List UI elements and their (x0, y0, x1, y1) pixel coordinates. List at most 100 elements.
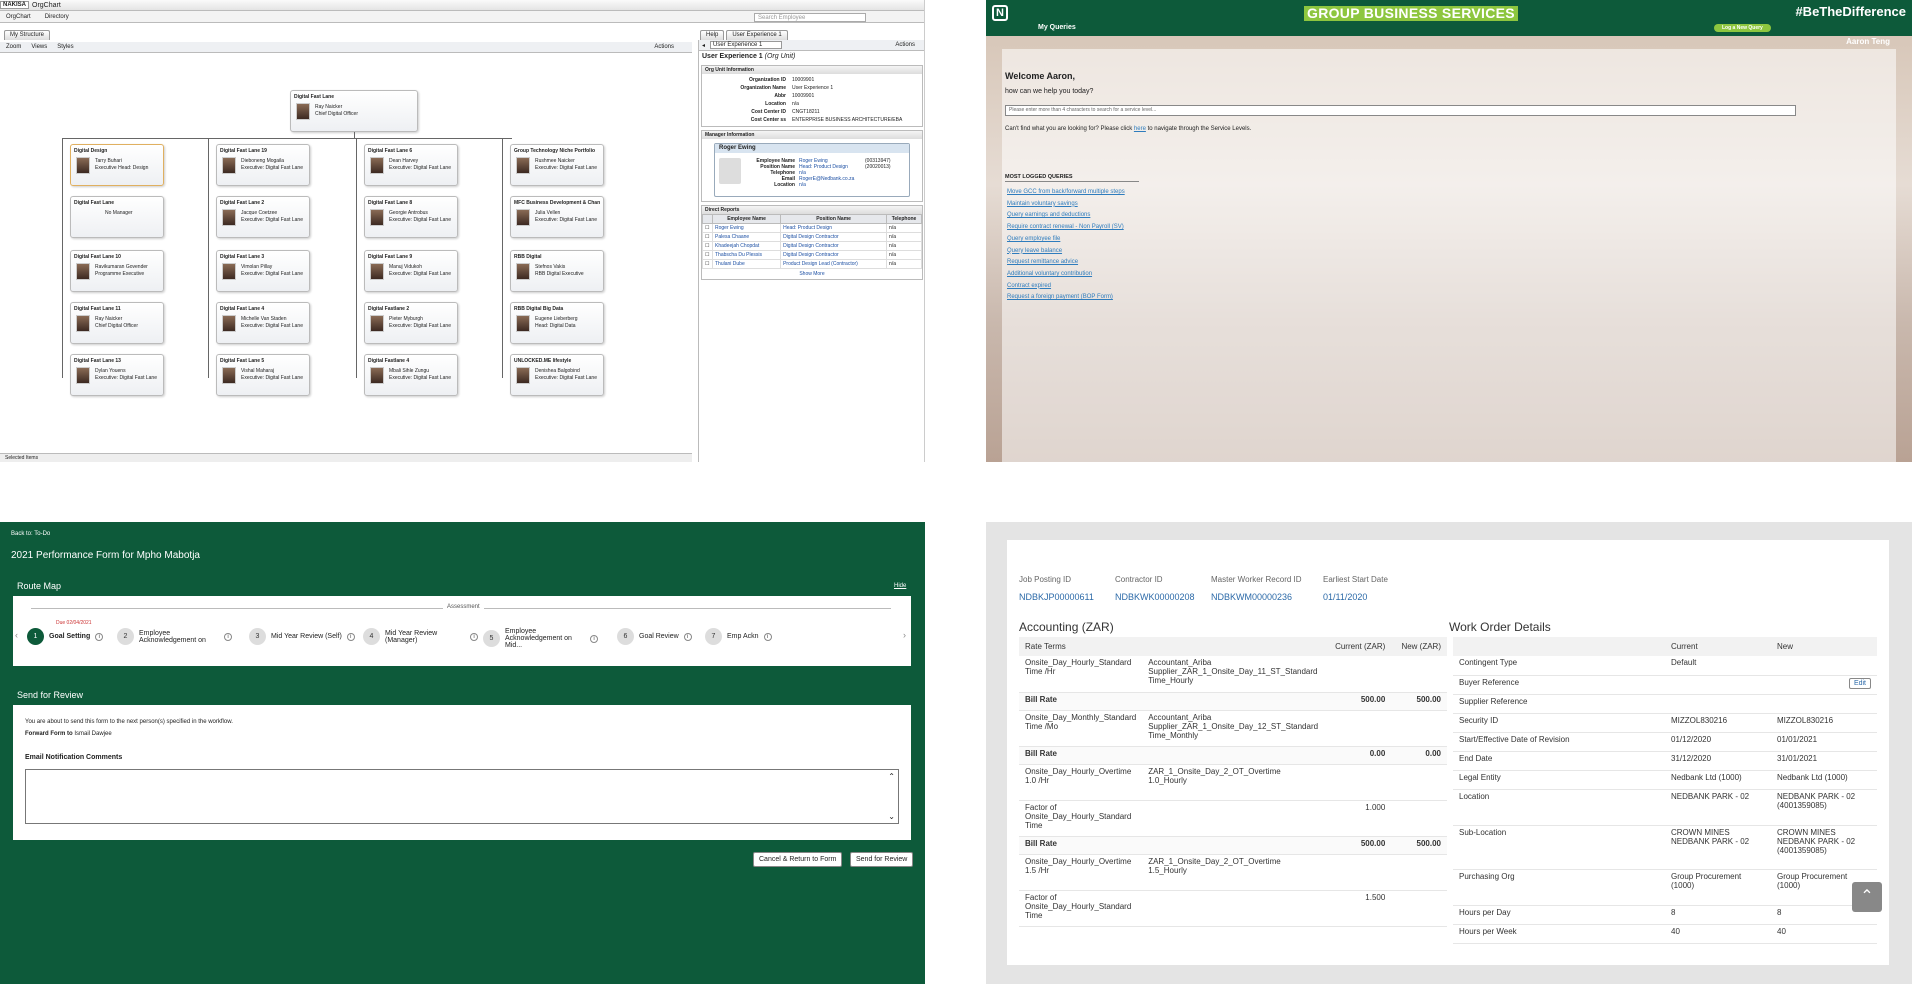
route-step[interactable]: 4 Mid Year Review (Manager) i (363, 628, 478, 645)
query-link[interactable]: Additional voluntary contribution (1007, 269, 1125, 281)
menu-directory[interactable]: Directory (45, 14, 69, 20)
org-node[interactable]: MFC Business Development & Channel... Jul… (510, 196, 604, 238)
col-position-name[interactable]: Position Name (780, 214, 888, 224)
styles-button[interactable]: Styles (57, 44, 73, 50)
select-all-checkbox[interactable] (702, 214, 713, 224)
service-search-input[interactable]: Please enter more than 4 characters to s… (1005, 105, 1796, 116)
row-checkbox[interactable]: ☐ (702, 250, 713, 260)
actions-button[interactable]: Actions (654, 44, 674, 50)
forward-to[interactable]: Ismail Dawjee (74, 731, 111, 737)
tab-my-structure[interactable]: My Structure (4, 30, 51, 40)
employee-name-link[interactable]: Khadeejah Chopdat (711, 241, 782, 251)
row-checkbox[interactable]: ☐ (702, 241, 713, 251)
scroll-left-icon[interactable]: ‹ (15, 630, 18, 640)
send-review-button[interactable]: Send for Review (850, 852, 914, 867)
query-link[interactable]: Move GCC from back/forward multiple step… (1007, 187, 1125, 199)
route-step[interactable]: 6 Goal Review i (617, 628, 692, 645)
route-step[interactable]: 3 Mid Year Review (Self) i (249, 628, 355, 645)
query-link[interactable]: Query leave balance (1007, 246, 1125, 258)
query-link[interactable]: Require contract renewal - Non Payroll (… (1007, 222, 1125, 234)
position-link[interactable]: Digital Design Contractor (780, 241, 888, 251)
edit-button[interactable]: Edit (1848, 677, 1871, 689)
info-icon[interactable]: i (95, 632, 104, 641)
scroll-top-icon[interactable]: ⌃ (1852, 882, 1882, 912)
org-node[interactable]: Digital Design Tarry Buhari Executive Head… (70, 144, 164, 186)
col-telephone[interactable]: Telephone (886, 214, 922, 224)
hide-link[interactable]: Hide (894, 583, 906, 589)
zoom-button[interactable]: Zoom (6, 44, 21, 50)
col-employee-name[interactable]: Employee Name (711, 214, 782, 224)
here-link[interactable]: here (1134, 126, 1146, 132)
info-icon[interactable]: i (224, 632, 232, 641)
org-node[interactable]: Group Technology Niche Portfolio Rushmee … (510, 144, 604, 186)
my-queries-link[interactable]: My Queries (1038, 24, 1076, 31)
org-node[interactable]: Digital Fast Lane No Manager (70, 196, 164, 238)
menu-orgchart[interactable]: OrgChart (6, 14, 31, 20)
direct-reports-header[interactable]: Direct Reports (702, 206, 922, 214)
org-node[interactable]: Digital Fast Lane 19 Dieboneng Mogaila Exe… (216, 144, 310, 186)
org-node[interactable]: RBB Digital Big Data Eugene Lieberberg Hea… (510, 302, 604, 344)
route-step[interactable]: 5 Employee Acknowledgement on Mid... i (483, 628, 598, 649)
info-icon[interactable]: i (590, 634, 598, 643)
tab-help[interactable]: Help (700, 30, 725, 40)
direct-report-row[interactable]: ☐ Khadeejah Chopdat Digital Design Contrac… (702, 241, 922, 251)
direct-report-row[interactable]: ☐ Thabscha Du Plessis Digital Design Contr… (702, 250, 922, 260)
query-link[interactable]: Maintain voluntary savings (1007, 199, 1125, 211)
nav-prev-icon[interactable]: ◂ (702, 42, 705, 49)
org-node[interactable]: RBB Digital Stefnos Vakis RBB Digital Exec… (510, 250, 604, 292)
route-step[interactable]: 2 Employee Acknowledgement on i (117, 628, 232, 645)
route-step[interactable]: 7 Emp Ackn i (705, 628, 772, 645)
id-value-link[interactable]: NDBKWK00000208 (1115, 592, 1195, 602)
info-icon[interactable]: i (763, 632, 772, 641)
org-node[interactable]: Digital Fastlane 4 Mbali Sihle Zungu Execu… (364, 354, 458, 396)
direct-report-row[interactable]: ☐ Roger Ewing Head: Product Design n/a (702, 223, 922, 233)
row-checkbox[interactable]: ☐ (702, 232, 713, 242)
tab-user-experience[interactable]: User Experience 1 (726, 30, 788, 40)
position-link[interactable]: Digital Design Contractor (780, 250, 888, 260)
query-link[interactable]: Query employee file (1007, 234, 1125, 246)
employee-name-link[interactable]: Thabscha Du Plessis (711, 250, 782, 260)
query-link[interactable]: Request remittance advice (1007, 257, 1125, 269)
back-link[interactable]: Back to: To-Do (11, 531, 50, 537)
position-link[interactable]: Product Design Lead (Contractor) (780, 259, 888, 269)
org-node[interactable]: Digital Fast Lane 6 Dean Harvey Executive:… (364, 144, 458, 186)
manager-header[interactable]: Manager Information (702, 131, 922, 139)
scroll-up-icon[interactable]: ⌃ (888, 772, 895, 781)
org-unit-select[interactable]: User Experience 1 (710, 41, 783, 49)
row-checkbox[interactable]: ☐ (702, 223, 713, 233)
employee-name-link[interactable]: Palesa Chaane (711, 232, 782, 242)
direct-report-row[interactable]: ☐ Thulani Dube Product Design Lead (Contra… (702, 259, 922, 269)
org-node[interactable]: Digital Fast Lane 13 Dylan Youens Executiv… (70, 354, 164, 396)
position-link[interactable]: Head: Product Design (780, 223, 888, 233)
id-value-link[interactable]: 01/11/2020 (1323, 592, 1388, 602)
employee-search-input[interactable]: Search Employee (754, 13, 866, 22)
query-link[interactable]: Query earnings and deductions (1007, 210, 1125, 222)
id-value-link[interactable]: NDBKJP00000611 (1019, 592, 1094, 602)
position-link[interactable]: Digital Design Contractor (780, 232, 888, 242)
org-node[interactable]: Digital Fast Lane 5 Vishal Maharaj Executi… (216, 354, 310, 396)
query-link[interactable]: Request a foreign payment (BOP Form) (1007, 292, 1125, 304)
views-button[interactable]: Views (31, 44, 47, 50)
email-comments-textarea[interactable]: ⌃ ⌄ (25, 769, 899, 824)
id-value-link[interactable]: NDBKWM00000236 (1211, 592, 1302, 602)
log-query-button[interactable]: Log a New Query (1714, 24, 1771, 32)
employee-name-link[interactable]: Roger Ewing (711, 223, 782, 233)
info-icon[interactable]: i (470, 632, 478, 641)
show-more-link[interactable]: Show More (702, 269, 922, 279)
direct-report-row[interactable]: ☐ Palesa Chaane Digital Design Contractor n… (702, 232, 922, 242)
info-icon[interactable]: i (683, 632, 692, 641)
org-node[interactable]: Digital Fastlane 2 Pieter Myburgh Executiv… (364, 302, 458, 344)
org-node-root[interactable]: Digital Fast Lane Ray Naicker Chief Digita… (290, 90, 418, 132)
org-node[interactable]: UNLOCKED.ME lifestyle Denishea Balgobind E… (510, 354, 604, 396)
org-node[interactable]: Digital Fast Lane 11 Ray Naicker Chief Dig… (70, 302, 164, 344)
org-unit-header[interactable]: Org Unit Information (702, 66, 922, 74)
cancel-return-button[interactable]: Cancel & Return to Form (753, 852, 843, 867)
selected-items-bar[interactable]: Selected Items (0, 453, 692, 462)
route-step[interactable]: 1 Goal Setting i (27, 628, 104, 645)
org-node[interactable]: Digital Fast Lane 2 Jacque Coetzee Executi… (216, 196, 310, 238)
user-name[interactable]: Aaron Teng (1846, 37, 1890, 46)
scroll-down-icon[interactable]: ⌄ (888, 812, 895, 821)
org-node[interactable]: Digital Fast Lane 8 Georgie Antrobus Execu… (364, 196, 458, 238)
org-node[interactable]: Digital Fast Lane 3 Vimolan Pillay Executi… (216, 250, 310, 292)
manager-name[interactable]: Roger Ewing (715, 144, 909, 153)
